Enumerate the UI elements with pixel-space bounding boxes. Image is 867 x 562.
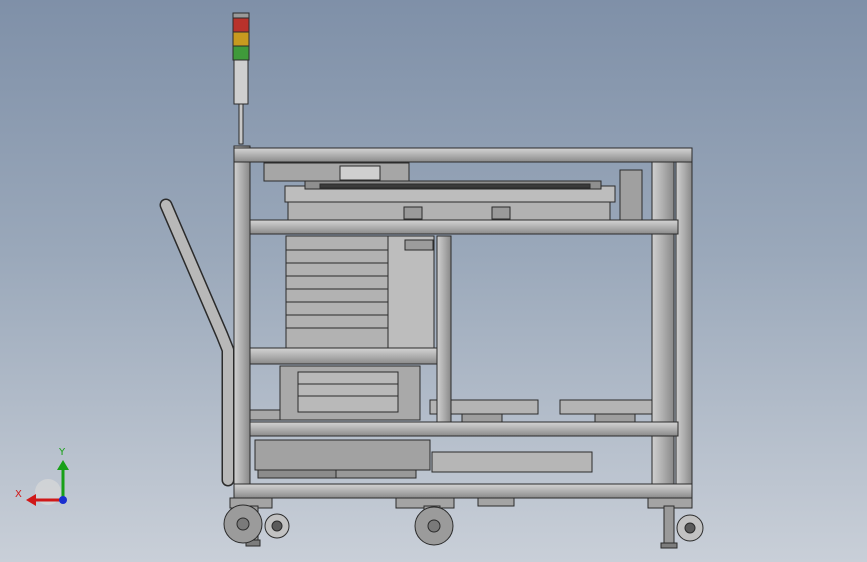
green-lamp [232, 45, 250, 61]
left-caster-wheel [223, 504, 290, 547]
y-axis-label: Y [58, 447, 66, 458]
coordinate-triad: Y X [15, 447, 69, 506]
cad-graphics-viewport[interactable]: Y X [0, 0, 867, 562]
cart-assembly-model[interactable]: Y X [0, 0, 867, 562]
signal-tower [232, 12, 250, 145]
right-caster-wheel [660, 505, 704, 549]
amber-lamp [232, 31, 250, 47]
x-axis-label: X [15, 489, 22, 500]
push-handle [159, 198, 235, 487]
red-lamp [232, 17, 250, 33]
center-caster-wheel [414, 505, 454, 546]
